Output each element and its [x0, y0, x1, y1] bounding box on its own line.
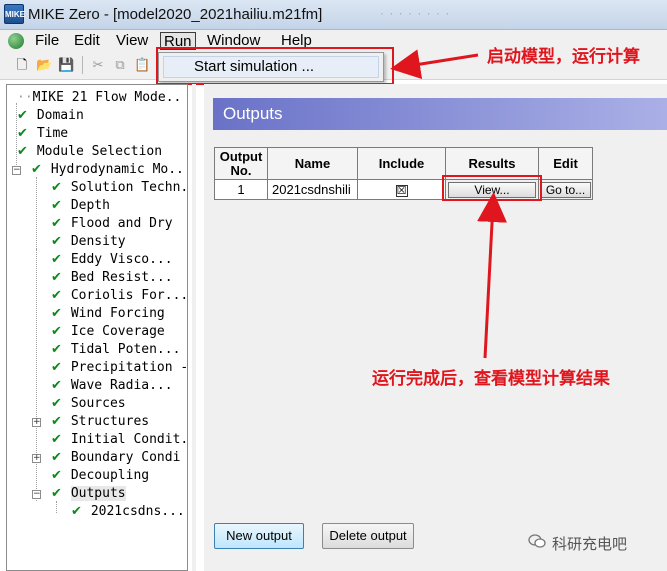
- cell-output-name[interactable]: 2021csdnshili: [267, 179, 358, 200]
- checkmark-icon: ✔: [17, 144, 28, 159]
- checkmark-icon: ✔: [51, 270, 62, 285]
- checkmark-icon: ✔: [51, 360, 62, 375]
- delete-output-button[interactable]: Delete output: [322, 523, 414, 549]
- checkmark-icon: ✔: [51, 342, 62, 357]
- cell-include: ☒: [357, 179, 446, 200]
- tree-item-depth[interactable]: ✔ Depth: [51, 197, 110, 215]
- checkmark-icon: ✔: [51, 396, 62, 411]
- tree-root[interactable]: ··MIKE 21 Flow Mode..: [17, 89, 181, 107]
- checkmark-icon: ✔: [51, 378, 62, 393]
- tree-connector: [56, 501, 57, 513]
- paste-icon[interactable]: 📋: [134, 57, 150, 73]
- checkmark-icon: ✔: [51, 324, 62, 339]
- title-bar: MIKE MIKE Zero - [model2020_2021hailiu.m…: [0, 0, 667, 30]
- menu-file[interactable]: File: [32, 32, 62, 50]
- column-header-include: Include: [357, 147, 446, 180]
- checkmark-icon: ✔: [51, 234, 62, 249]
- tree-item-wind-forcing[interactable]: ✔ Wind Forcing: [51, 305, 165, 323]
- menu-edit[interactable]: Edit: [71, 32, 103, 50]
- cell-output-no: 1: [214, 179, 268, 200]
- tree-item-decoupling[interactable]: ✔ Decoupling: [51, 467, 149, 485]
- save-icon[interactable]: 💾: [58, 57, 74, 73]
- tree-item-density[interactable]: ✔ Density: [51, 233, 126, 251]
- new-output-button[interactable]: New output: [214, 523, 304, 549]
- tree-item-wave-radiation[interactable]: ✔ Wave Radia...: [51, 377, 173, 395]
- checkmark-icon: ✔: [17, 108, 28, 123]
- copy-icon[interactable]: ⧉: [112, 57, 128, 73]
- tree-item-outputs[interactable]: ✔ Outputs: [51, 485, 126, 503]
- tree-item-tidal-potential[interactable]: ✔ Tidal Poten...: [51, 341, 180, 359]
- panel-splitter[interactable]: [192, 84, 196, 571]
- tree-connector: [36, 177, 37, 249]
- annotation-view-results: 运行完成后，查看模型计算结果: [372, 369, 610, 388]
- tree-item-flood-and-dry[interactable]: ✔ Flood and Dry: [51, 215, 173, 233]
- cell-edit: Go to...: [538, 179, 593, 200]
- checkmark-icon: ✔: [51, 432, 62, 447]
- mike-app-icon: MIKE: [4, 4, 25, 24]
- highlight-view-button: [442, 175, 542, 201]
- expand-icon[interactable]: +: [32, 418, 41, 427]
- checkmark-icon: ✔: [51, 198, 62, 213]
- checkmark-icon: ✔: [51, 288, 62, 303]
- checkmark-icon: ✔: [17, 126, 28, 141]
- cut-icon[interactable]: ✂: [90, 57, 106, 73]
- checkmark-icon: ✔: [51, 450, 62, 465]
- collapse-icon[interactable]: −: [12, 166, 21, 175]
- tree-item-bed-resistance[interactable]: ✔ Bed Resist...: [51, 269, 173, 287]
- wechat-icon: [528, 534, 546, 548]
- tree-item-initial-conditions[interactable]: ✔ Initial Condit.: [51, 431, 187, 449]
- watermark-text: 科研充电吧: [552, 536, 628, 553]
- tree-item-structures[interactable]: ✔ Structures: [51, 413, 149, 431]
- annotation-start-model: 启动模型，运行计算: [487, 47, 640, 66]
- tree-item-precipitation[interactable]: ✔ Precipitation -: [51, 359, 187, 377]
- window-title: MIKE Zero - [model2020_2021hailiu.m21fm]: [28, 6, 323, 23]
- column-header-output-no: Output No.: [214, 147, 268, 180]
- new-file-icon[interactable]: 🗋: [14, 57, 30, 73]
- open-folder-icon[interactable]: 📂: [36, 57, 52, 73]
- checkmark-icon: ✔: [51, 468, 62, 483]
- tree-item-time[interactable]: ✔ Time: [17, 125, 68, 143]
- tree-item-domain[interactable]: ✔ Domain: [17, 107, 84, 125]
- collapse-icon[interactable]: −: [32, 490, 41, 499]
- highlight-start-simulation: [156, 47, 394, 85]
- checkmark-icon: ✔: [51, 486, 62, 501]
- tree-item-module-selection[interactable]: ✔ Module Selection: [17, 143, 162, 161]
- setup-tree: ··MIKE 21 Flow Mode.. ✔ Domain ✔ Time ✔ …: [6, 84, 188, 571]
- checkmark-icon: ✔: [51, 306, 62, 321]
- checkmark-icon: ✔: [51, 216, 62, 231]
- tree-item-output-file[interactable]: ✔ 2021csdns...: [71, 503, 185, 521]
- tree-item-solution-technique[interactable]: ✔ Solution Techn.: [51, 179, 187, 197]
- checkmark-icon: ✔: [31, 162, 42, 177]
- checkmark-icon: ✔: [51, 180, 62, 195]
- checkmark-icon: ✔: [71, 504, 82, 519]
- column-header-name: Name: [267, 147, 358, 180]
- tree-item-sources[interactable]: ✔ Sources: [51, 395, 126, 413]
- tree-item-boundary-conditions[interactable]: ✔ Boundary Condi: [51, 449, 180, 467]
- go-to-button[interactable]: Go to...: [540, 181, 591, 198]
- background-window-title: · · · · · · · ·: [380, 6, 451, 20]
- checkmark-icon: ✔: [51, 414, 62, 429]
- column-header-edit: Edit: [538, 147, 593, 180]
- tree-item-eddy-viscosity[interactable]: ✔ Eddy Visco...: [51, 251, 173, 269]
- mdi-document-icon[interactable]: [8, 33, 24, 49]
- expand-icon[interactable]: +: [32, 454, 41, 463]
- tree-item-ice-coverage[interactable]: ✔ Ice Coverage: [51, 323, 165, 341]
- toolbar-separator: [82, 56, 83, 74]
- section-header: Outputs: [213, 98, 667, 130]
- checkmark-icon: ✔: [51, 252, 62, 267]
- tree-item-coriolis-forcing[interactable]: ✔ Coriolis For...: [51, 287, 187, 305]
- menu-view[interactable]: View: [113, 32, 151, 50]
- include-checkbox[interactable]: ☒: [395, 185, 408, 197]
- tree-item-hydrodynamic[interactable]: ✔ Hydrodynamic Mo..: [31, 161, 184, 179]
- tree-connector: [36, 249, 37, 501]
